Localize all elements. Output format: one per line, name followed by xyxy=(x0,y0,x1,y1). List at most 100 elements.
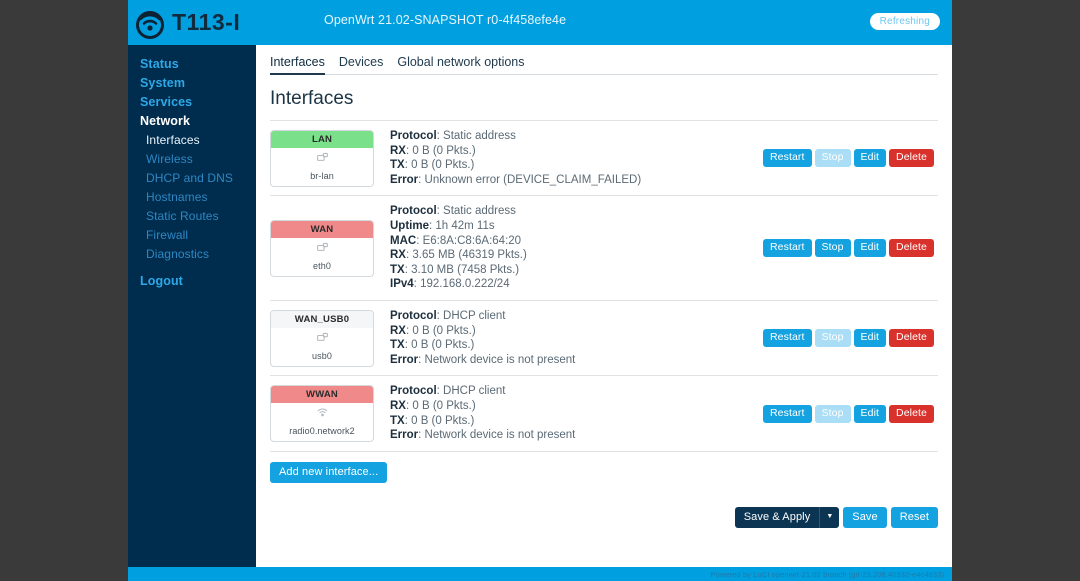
page-title: Interfaces xyxy=(270,88,354,109)
interface-device: br-lan xyxy=(271,148,373,186)
interface-detail-label: Error xyxy=(390,173,419,186)
interface-details: Protocol: DHCP client RX: 0 B (0 Pkts.) TX… xyxy=(374,309,763,367)
interface-device-label: eth0 xyxy=(313,260,331,271)
restart-button[interactable]: Restart xyxy=(763,239,812,258)
save-button[interactable]: Save xyxy=(843,506,887,528)
interface-detail-value: 0 B (0 Pkts.) xyxy=(407,159,475,172)
interface-detail-label: TX xyxy=(390,414,405,427)
ethernet-icon xyxy=(271,331,373,349)
firmware-version: OpenWrt 21.02-SNAPSHOT r0-4f458efe4e xyxy=(324,13,567,27)
restart-button[interactable]: Restart xyxy=(763,149,812,168)
stop-button[interactable]: Stop xyxy=(814,329,851,348)
interface-detail-value: 0 B (0 Pkts.) xyxy=(409,324,476,337)
interface-detail-value: DHCP client xyxy=(439,309,506,322)
interface-detail-value: 0 B (0 Pkts.) xyxy=(407,339,475,352)
interface-detail-line: RX: 0 B (0 Pkts.) xyxy=(390,144,476,157)
page-footer: Powered by LuCI openwrt-21.02 branch (gi… xyxy=(128,567,952,581)
interface-detail-line: Protocol: DHCP client xyxy=(390,309,506,322)
interface-detail-label: RX xyxy=(390,399,406,412)
interface-detail-line: TX: 0 B (0 Pkts.) xyxy=(390,339,475,352)
interface-detail-label: TX xyxy=(390,339,405,352)
form-actions: Save & Apply ▼ Save Reset xyxy=(270,506,938,528)
delete-button[interactable]: Delete xyxy=(889,404,934,423)
interface-detail-line: Error: Network device is not present xyxy=(390,429,576,442)
chevron-down-icon[interactable]: ▼ xyxy=(819,506,840,528)
sidebar-item-diagnostics[interactable]: Diagnostics xyxy=(128,245,256,264)
tab-global-network-options[interactable]: Global network options xyxy=(397,55,524,75)
status-badge[interactable]: Refreshing xyxy=(869,13,940,30)
restart-button[interactable]: Restart xyxy=(763,404,812,423)
stop-button[interactable]: Stop xyxy=(814,239,851,258)
sidebar-item-network[interactable]: Network xyxy=(128,112,256,131)
footer-credit: Powered by LuCI openwrt-21.02 branch (gi… xyxy=(710,569,944,579)
stop-button[interactable]: Stop xyxy=(814,149,851,168)
interface-device: eth0 xyxy=(271,238,373,276)
interface-detail-line: Error: Unknown error (DEVICE_CLAIM_FAILE… xyxy=(390,173,642,186)
tab-interfaces[interactable]: Interfaces xyxy=(270,55,325,75)
sidebar-item-firewall[interactable]: Firewall xyxy=(128,226,256,245)
interface-detail-line: RX: 0 B (0 Pkts.) xyxy=(390,399,476,412)
interface-detail-label: Protocol xyxy=(390,385,437,398)
interface-detail-label: IPv4 xyxy=(390,278,414,291)
interface-detail-value: 3.65 MB (46319 Pkts.) xyxy=(409,249,527,262)
interface-detail-line: Protocol: Static address xyxy=(390,130,516,142)
interface-detail-line: TX: 3.10 MB (7458 Pkts.) xyxy=(390,263,520,276)
sidebar-item-wireless[interactable]: Wireless xyxy=(128,150,256,169)
restart-button[interactable]: Restart xyxy=(763,329,812,348)
interface-card: WWAN radio0.network2 xyxy=(270,385,374,442)
edit-button[interactable]: Edit xyxy=(853,404,887,423)
interface-detail-line: Uptime: 1h 42m 11s xyxy=(390,219,495,232)
interface-name-badge: LAN xyxy=(271,130,373,148)
sidebar-item-interfaces[interactable]: Interfaces xyxy=(128,131,256,150)
delete-button[interactable]: Delete xyxy=(889,329,934,348)
interface-detail-label: Protocol xyxy=(390,130,437,142)
interface-detail-label: Protocol xyxy=(390,205,437,218)
interface-detail-value: 192.168.0.222/24 xyxy=(416,278,510,291)
reset-button[interactable]: Reset xyxy=(890,506,938,528)
interface-detail-line: RX: 0 B (0 Pkts.) xyxy=(390,324,476,337)
interface-detail-label: TX xyxy=(390,159,405,172)
add-new-interface-button[interactable]: Add new interface... xyxy=(270,461,388,483)
sidebar-item-logout[interactable]: Logout xyxy=(128,272,256,291)
sidebar-item-static-routes[interactable]: Static Routes xyxy=(128,207,256,226)
interface-detail-value: Static address xyxy=(439,130,516,142)
sidebar-item-dhcp-and-dns[interactable]: DHCP and DNS xyxy=(128,169,256,188)
interface-detail-value: 0 B (0 Pkts.) xyxy=(407,414,475,427)
interface-actions: Restart Stop Edit Delete xyxy=(763,149,938,168)
tab-devices[interactable]: Devices xyxy=(339,55,383,75)
interface-detail-label: Protocol xyxy=(390,309,437,322)
interface-name-badge: WWAN xyxy=(271,386,373,403)
delete-button[interactable]: Delete xyxy=(889,149,934,168)
interface-name-badge: WAN_USB0 xyxy=(271,310,373,328)
interface-detail-value: 1h 42m 11s xyxy=(432,219,495,232)
interface-detail-value: 3.10 MB (7458 Pkts.) xyxy=(407,263,520,276)
interface-detail-line: IPv4: 192.168.0.222/24 xyxy=(390,278,510,291)
interface-device-label: radio0.network2 xyxy=(289,426,355,436)
sidebar-item-hostnames[interactable]: Hostnames xyxy=(128,188,256,207)
edit-button[interactable]: Edit xyxy=(853,239,887,258)
interface-name-badge: WAN xyxy=(271,220,373,238)
wireless-icon xyxy=(271,406,373,424)
tab-bar: Interfaces Devices Global network option… xyxy=(270,55,938,75)
interface-row: WAN_USB0 usb0 Protocol: DHCP client RX: 0 B… xyxy=(270,301,938,377)
body-row: Status System Services Network Interface… xyxy=(128,45,952,567)
delete-button[interactable]: Delete xyxy=(889,239,934,258)
interface-detail-line: RX: 3.65 MB (46319 Pkts.) xyxy=(390,249,527,262)
interface-actions: Restart Stop Edit Delete xyxy=(763,239,938,258)
interface-detail-label: Error xyxy=(390,429,419,442)
save-and-apply-button[interactable]: Save & Apply xyxy=(734,506,820,528)
interface-device: usb0 xyxy=(271,328,373,366)
interface-row: WWAN radio0.network2 Protocol: DHCP client… xyxy=(270,376,938,452)
sidebar-item-services[interactable]: Services xyxy=(128,93,256,112)
sidebar-item-system[interactable]: System xyxy=(128,74,256,93)
interface-card: WAN_USB0 usb0 xyxy=(270,309,374,367)
edit-button[interactable]: Edit xyxy=(853,149,887,168)
interface-detail-line: TX: 0 B (0 Pkts.) xyxy=(390,159,475,172)
interface-detail-line: MAC: E6:8A:C8:6A:64:20 xyxy=(390,234,522,247)
edit-button[interactable]: Edit xyxy=(853,329,887,348)
stop-button[interactable]: Stop xyxy=(814,404,851,423)
sidebar-item-status[interactable]: Status xyxy=(128,55,256,74)
save-and-apply-split-button[interactable]: Save & Apply ▼ xyxy=(734,506,840,528)
interface-detail-line: Protocol: DHCP client xyxy=(390,385,506,398)
interface-detail-value: DHCP client xyxy=(439,385,506,398)
